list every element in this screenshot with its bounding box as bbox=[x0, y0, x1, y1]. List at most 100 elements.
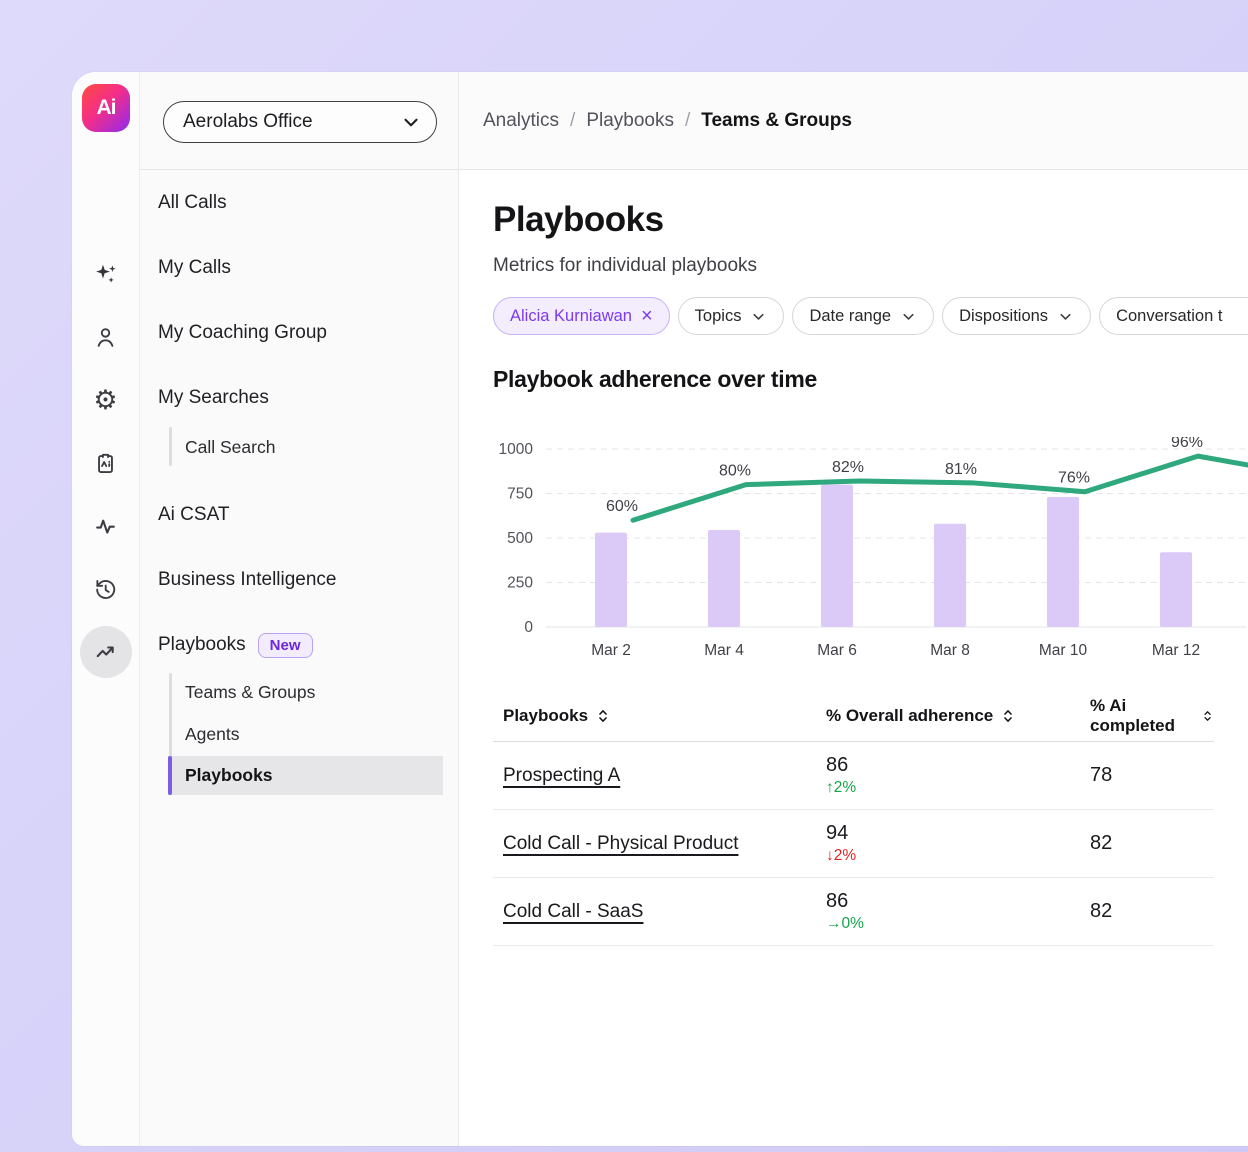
sidebar-nav: All Calls My Calls My Coaching Group My … bbox=[140, 170, 458, 1146]
chart-bar bbox=[708, 530, 740, 627]
sidebar-item-my-searches[interactable]: My Searches bbox=[158, 378, 269, 418]
desktop-background: Ai ⚙ bbox=[0, 0, 1248, 1152]
chart-canvas: 0 250 500 750 1000 Mar 2 Mar 4 Mar 6 Mar 8 Mar 10… bbox=[493, 437, 1248, 672]
chart-x-tick: Mar 2 bbox=[591, 642, 631, 659]
active-item-indicator bbox=[168, 756, 172, 795]
filter-chip-agent[interactable]: Alicia Kurniawan × bbox=[493, 297, 670, 335]
breadcrumb-analytics[interactable]: Analytics bbox=[483, 110, 559, 132]
activity-pulse-icon[interactable] bbox=[86, 506, 126, 546]
adherence-value: 94 bbox=[826, 822, 1090, 845]
icon-rail: Ai ⚙ bbox=[72, 72, 140, 1146]
chevron-down-icon bbox=[400, 111, 422, 133]
breadcrumb-current: Teams & Groups bbox=[701, 110, 852, 132]
sidebar-item-my-coaching-group[interactable]: My Coaching Group bbox=[158, 313, 327, 353]
breadcrumb-playbooks[interactable]: Playbooks bbox=[586, 110, 674, 132]
history-clock-icon[interactable] bbox=[86, 569, 126, 609]
filter-topics[interactable]: Topics bbox=[678, 297, 785, 335]
chart-x-tick: Mar 6 bbox=[817, 642, 857, 659]
workspace-selector[interactable]: Aerolabs Office bbox=[163, 101, 437, 143]
chart-point-label: 76% bbox=[1058, 470, 1090, 487]
playbooks-table: Playbooks % Overall adherence % Ai compl… bbox=[493, 690, 1214, 946]
playbook-link[interactable]: Cold Call - Physical Product bbox=[503, 833, 738, 855]
sidebar-item-my-calls[interactable]: My Calls bbox=[158, 248, 231, 288]
gear-icon[interactable]: ⚙ bbox=[86, 380, 126, 420]
chart-point-label: 80% bbox=[719, 463, 751, 480]
adherence-value: 86 bbox=[826, 754, 1090, 777]
sidebar-item-all-calls[interactable]: All Calls bbox=[158, 183, 227, 223]
playbook-link[interactable]: Cold Call - SaaS bbox=[503, 901, 643, 923]
playbook-clipboard-icon[interactable] bbox=[86, 443, 126, 483]
chart-bar bbox=[1160, 552, 1192, 627]
sort-icon bbox=[1000, 708, 1016, 724]
ai-completed-value: 78 bbox=[1090, 764, 1214, 787]
chevron-down-icon bbox=[900, 308, 917, 325]
filter-date-range-label: Date range bbox=[809, 307, 891, 326]
app-logo[interactable]: Ai bbox=[82, 84, 130, 132]
table-row: Prospecting A 86 ↑2% 78 bbox=[493, 742, 1214, 810]
chart-bar bbox=[934, 524, 966, 627]
sort-icon bbox=[1201, 708, 1214, 724]
page-title: Playbooks bbox=[493, 200, 664, 240]
adherence-chart: 0 250 500 750 1000 Mar 2 Mar 4 Mar 6 Mar 8 Mar 10… bbox=[493, 437, 1248, 672]
table-header-row: Playbooks % Overall adherence % Ai compl… bbox=[493, 690, 1214, 742]
sidebar-item-business-intelligence[interactable]: Business Intelligence bbox=[158, 560, 337, 600]
chart-y-tick: 500 bbox=[507, 530, 533, 547]
chart-bar bbox=[821, 485, 853, 627]
chart-y-tick: 1000 bbox=[499, 441, 534, 458]
close-icon[interactable]: × bbox=[641, 306, 653, 326]
chart-title: Playbook adherence over time bbox=[493, 366, 817, 393]
sidebar-item-playbooks-label: Playbooks bbox=[158, 634, 246, 656]
chart-x-tick: Mar 10 bbox=[1039, 642, 1088, 659]
sidebar-item-playbooks-child[interactable]: Playbooks bbox=[185, 757, 273, 793]
chart-x-tick: Mar 4 bbox=[704, 642, 744, 659]
table-row: Cold Call - SaaS 86 →0% 82 bbox=[493, 878, 1214, 946]
person-icon[interactable] bbox=[86, 317, 126, 357]
adherence-value: 86 bbox=[826, 890, 1090, 913]
workspace-header: Aerolabs Office bbox=[140, 72, 458, 170]
chart-point-label: 82% bbox=[832, 459, 864, 476]
sparkles-icon[interactable] bbox=[86, 254, 126, 294]
chart-x-tick: Mar 12 bbox=[1152, 642, 1200, 659]
chart-x-tick: Mar 8 bbox=[930, 642, 970, 659]
new-badge: New bbox=[258, 633, 313, 658]
ai-completed-value: 82 bbox=[1090, 900, 1214, 923]
column-header-playbooks[interactable]: Playbooks bbox=[503, 706, 826, 726]
breadcrumb-separator: / bbox=[570, 110, 575, 132]
sidebar-item-call-search[interactable]: Call Search bbox=[185, 429, 275, 465]
filter-conversation-type[interactable]: Conversation t bbox=[1099, 297, 1248, 335]
column-header-ai-completed[interactable]: % Ai completed bbox=[1090, 696, 1214, 736]
workspace-name: Aerolabs Office bbox=[183, 111, 313, 133]
chart-y-tick: 750 bbox=[507, 486, 533, 503]
trending-up-icon[interactable] bbox=[80, 626, 132, 678]
breadcrumb-separator: / bbox=[685, 110, 690, 132]
chevron-down-icon bbox=[750, 308, 767, 325]
filter-conversation-type-label: Conversation t bbox=[1116, 307, 1222, 326]
sidebar-item-agents[interactable]: Agents bbox=[185, 716, 239, 752]
filter-dispositions[interactable]: Dispositions bbox=[942, 297, 1091, 335]
filter-dispositions-label: Dispositions bbox=[959, 307, 1048, 326]
page-subtitle: Metrics for individual playbooks bbox=[493, 255, 757, 277]
chart-point-label: 81% bbox=[945, 461, 977, 478]
breadcrumb: Analytics / Playbooks / Teams & Groups bbox=[459, 72, 1248, 170]
chart-y-tick: 0 bbox=[524, 619, 533, 636]
adherence-delta: ↓2% bbox=[826, 847, 1090, 865]
sidebar-item-playbooks[interactable]: Playbooks New bbox=[158, 625, 313, 665]
app-window: Ai ⚙ bbox=[72, 72, 1248, 1146]
table-row: Cold Call - Physical Product 94 ↓2% 82 bbox=[493, 810, 1214, 878]
sidebar: Aerolabs Office All Calls My Calls My Co… bbox=[140, 72, 459, 1146]
filter-bar: Alicia Kurniawan × Topics Date range Dis… bbox=[493, 297, 1248, 335]
filter-chip-agent-label: Alicia Kurniawan bbox=[510, 307, 632, 326]
filter-date-range[interactable]: Date range bbox=[792, 297, 934, 335]
sidebar-item-ai-csat[interactable]: Ai CSAT bbox=[158, 495, 229, 535]
playbook-link[interactable]: Prospecting A bbox=[503, 765, 620, 787]
chart-bar bbox=[595, 533, 627, 627]
chart-point-label: 60% bbox=[606, 498, 638, 515]
sidebar-item-teams-groups[interactable]: Teams & Groups bbox=[185, 674, 315, 710]
filter-topics-label: Topics bbox=[695, 307, 742, 326]
ai-completed-value: 82 bbox=[1090, 832, 1214, 855]
main-area: Analytics / Playbooks / Teams & Groups P… bbox=[459, 72, 1248, 1146]
chart-bar bbox=[1047, 497, 1079, 627]
column-header-overall-adherence[interactable]: % Overall adherence bbox=[826, 706, 1090, 726]
chevron-down-icon bbox=[1057, 308, 1074, 325]
chart-y-tick: 250 bbox=[507, 575, 533, 592]
